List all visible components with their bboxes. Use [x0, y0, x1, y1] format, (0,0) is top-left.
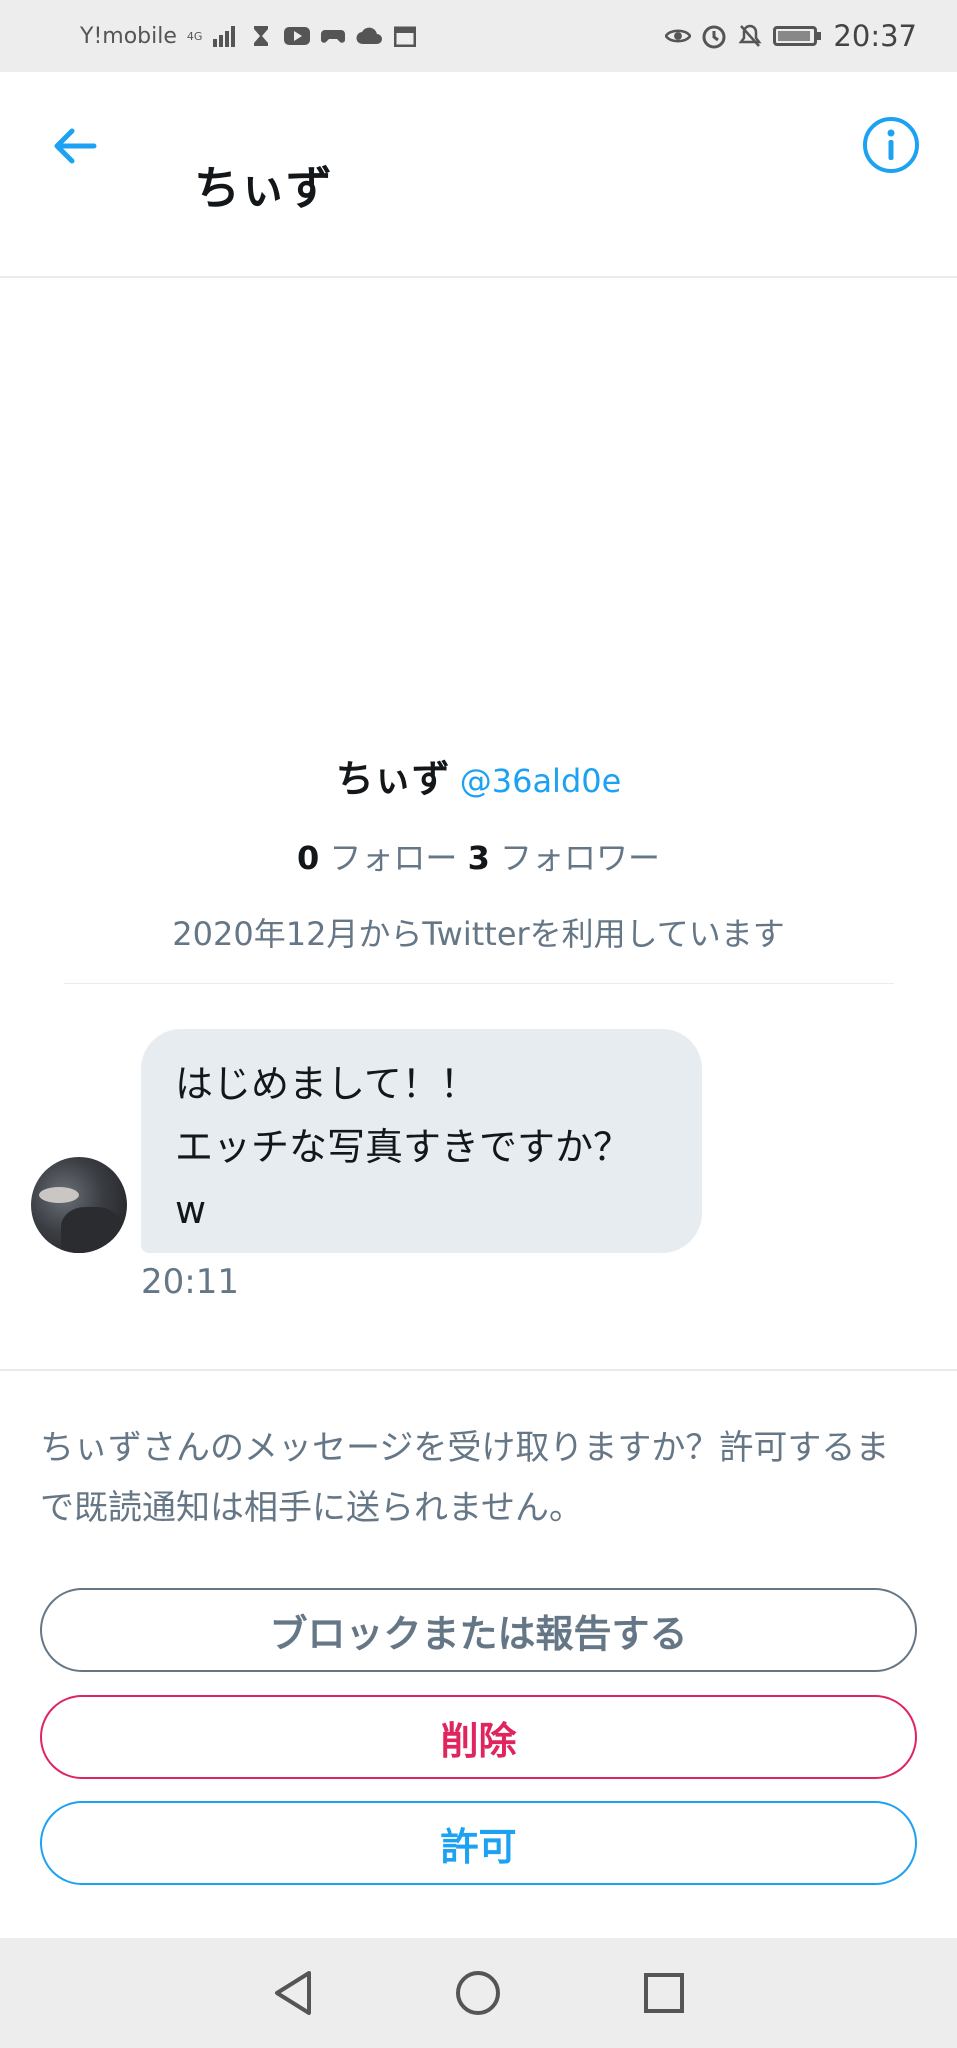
info-icon: [863, 117, 919, 173]
request-prompt: ちぃずさんのメッセージを受け取りますか？許可するまで既読通知は相手に送られません…: [40, 1428, 890, 1528]
game-icon: [320, 25, 346, 47]
system-nav-bar: [0, 1938, 957, 2048]
network-type: 4G: [186, 29, 203, 43]
carrier-label: Y!mobile: [80, 23, 177, 49]
followers-count: 3: [467, 839, 490, 877]
following-count: 0: [296, 839, 320, 877]
following-label: フォロー: [329, 839, 458, 877]
follow-stats: 0 フォロー 3 フォロワー: [0, 833, 957, 879]
message-line: w: [175, 1188, 207, 1232]
profile-summary: ちぃず @36ald0e 0 フォロー 3 フォロワー 2020年12月からTw…: [0, 748, 957, 955]
mute-bell-icon: [737, 24, 763, 47]
cloud-icon: [356, 25, 383, 47]
followers-label: フォロワー: [500, 839, 661, 877]
divider: [0, 1369, 957, 1371]
nav-home-button[interactable]: [448, 1963, 508, 2023]
message-line: はじめまして！！: [175, 1062, 478, 1106]
circle-home-icon: [456, 1971, 501, 2015]
nav-recents-button[interactable]: [634, 1963, 694, 2023]
message-time: 20:11: [141, 1262, 239, 1302]
square-recents-icon: [644, 1973, 685, 2013]
profile-name-row: ちぃず @36ald0e: [0, 748, 957, 803]
hourglass-icon: [248, 25, 274, 47]
youtube-icon: [284, 25, 311, 47]
nav-back-button[interactable]: [263, 1963, 323, 2023]
clock: 20:37: [833, 19, 917, 53]
triangle-back-icon: [274, 1971, 311, 2015]
profile-handle[interactable]: @36ald0e: [460, 762, 622, 800]
battery-icon: [773, 26, 822, 46]
profile-name[interactable]: ちぃず: [336, 757, 450, 801]
eye-icon: [665, 25, 692, 47]
arrow-left-icon: [54, 128, 97, 164]
signal-icon: [212, 25, 238, 47]
status-right: 20:37: [665, 19, 917, 53]
block-report-button[interactable]: ブロックまたは報告する: [40, 1588, 917, 1672]
status-bar: Y!mobile 4G 20:37: [0, 0, 957, 72]
page-title: ちぃず: [194, 161, 332, 215]
divider: [64, 983, 894, 984]
message-line: エッチな写真すきですか？: [175, 1125, 632, 1169]
conversation-header: ちぃず: [0, 72, 957, 278]
info-button[interactable]: [862, 116, 920, 174]
message-bubble[interactable]: はじめまして！！ エッチな写真すきですか？ w: [141, 1029, 702, 1253]
status-left: Y!mobile 4G: [80, 24, 418, 49]
allow-button[interactable]: 許可: [40, 1801, 917, 1885]
joined-date: 2020年12月からTwitterを利用しています: [172, 915, 785, 953]
back-button[interactable]: [46, 118, 102, 174]
calendar-icon: [392, 25, 418, 47]
delete-button[interactable]: 削除: [40, 1695, 917, 1779]
network-indicator: 4G: [187, 31, 203, 42]
avatar[interactable]: [31, 1157, 127, 1253]
alarm-icon: [701, 25, 727, 49]
